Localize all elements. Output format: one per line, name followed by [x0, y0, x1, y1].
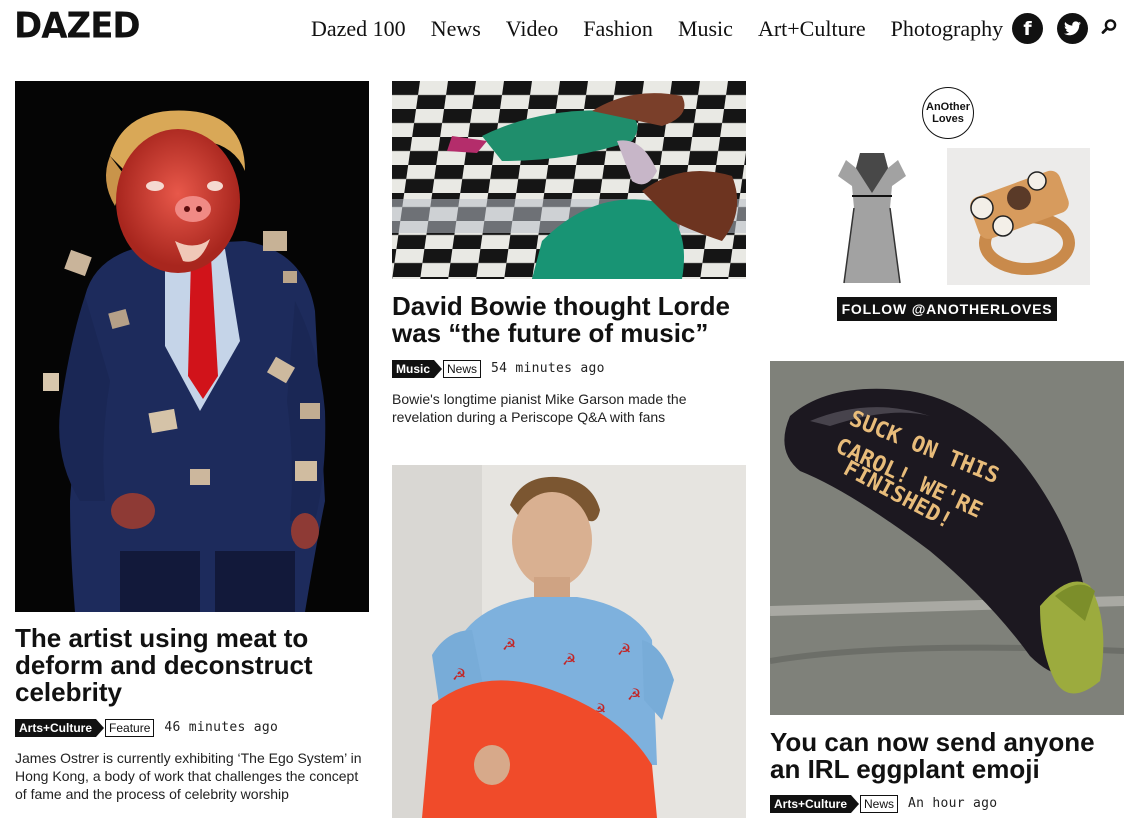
bowie-meta: Music News 54 minutes ago: [392, 359, 605, 378]
fashion-portrait-image[interactable]: ☭ ☭ ☭ ☭ ☭ ☭ ☭: [392, 465, 746, 818]
nav-photography[interactable]: Photography: [891, 14, 1003, 44]
badge-line-1: AnOther: [926, 101, 970, 113]
svg-text:☭: ☭: [562, 650, 576, 669]
nav-music[interactable]: Music: [678, 14, 733, 44]
eggplant-headline[interactable]: You can now send anyone an IRL eggplant …: [770, 729, 1125, 783]
category-tag[interactable]: Arts+Culture: [15, 718, 105, 737]
bowie-lorde-image[interactable]: [392, 81, 746, 279]
type-tag[interactable]: Feature: [105, 718, 155, 737]
meat-meta: Arts+Culture Feature 46 minutes ago: [15, 718, 278, 737]
badge-line-2: Loves: [932, 113, 964, 125]
bowie-description: Bowie's longtime pianist Mike Garson mad…: [392, 391, 687, 425]
twitter-icon[interactable]: [1057, 13, 1088, 44]
svg-text:☭: ☭: [627, 685, 641, 704]
svg-text:☭: ☭: [502, 635, 516, 654]
svg-text:☭: ☭: [617, 640, 631, 659]
bowie-headline[interactable]: David Bowie thought Lorde was “the futur…: [392, 293, 752, 347]
timestamp: 46 minutes ago: [164, 720, 279, 735]
sheer-dress-image[interactable]: [832, 148, 912, 288]
meat-celebrity-image[interactable]: [15, 81, 369, 612]
eggplant-image[interactable]: SUCK ON THIS CAROL! WE'RE FINISHED!: [770, 361, 1124, 715]
nav-news[interactable]: News: [431, 14, 481, 44]
gold-ring-image[interactable]: [947, 148, 1090, 285]
meat-description: James Ostrer is currently exhibiting ‘Th…: [15, 750, 362, 802]
category-tag[interactable]: Arts+Culture: [770, 794, 860, 813]
facebook-icon[interactable]: f: [1012, 13, 1043, 44]
timestamp: An hour ago: [908, 796, 998, 811]
another-loves-badge[interactable]: AnOther Loves: [922, 87, 974, 139]
svg-text:☭: ☭: [452, 665, 466, 684]
meat-headline[interactable]: The artist using meat to deform and deco…: [15, 625, 360, 706]
nav-dazed-100[interactable]: Dazed 100: [311, 14, 406, 44]
nav-fashion[interactable]: Fashion: [583, 14, 653, 44]
follow-anotherloves-button[interactable]: FOLLOW @ANOTHERLOVES: [837, 297, 1057, 321]
type-tag[interactable]: News: [860, 794, 899, 813]
nav-video[interactable]: Video: [506, 14, 558, 44]
eggplant-meta: Arts+Culture News An hour ago: [770, 794, 997, 813]
type-tag[interactable]: News: [443, 359, 482, 378]
timestamp: 54 minutes ago: [491, 361, 605, 376]
nav-art-culture[interactable]: Art+Culture: [758, 14, 866, 44]
dazed-logo[interactable]: DAZED: [14, 5, 141, 47]
search-icon[interactable]: [1100, 18, 1118, 36]
category-tag[interactable]: Music: [392, 359, 443, 378]
main-nav: Dazed 100 News Video Fashion Music Art+C…: [311, 14, 1028, 44]
